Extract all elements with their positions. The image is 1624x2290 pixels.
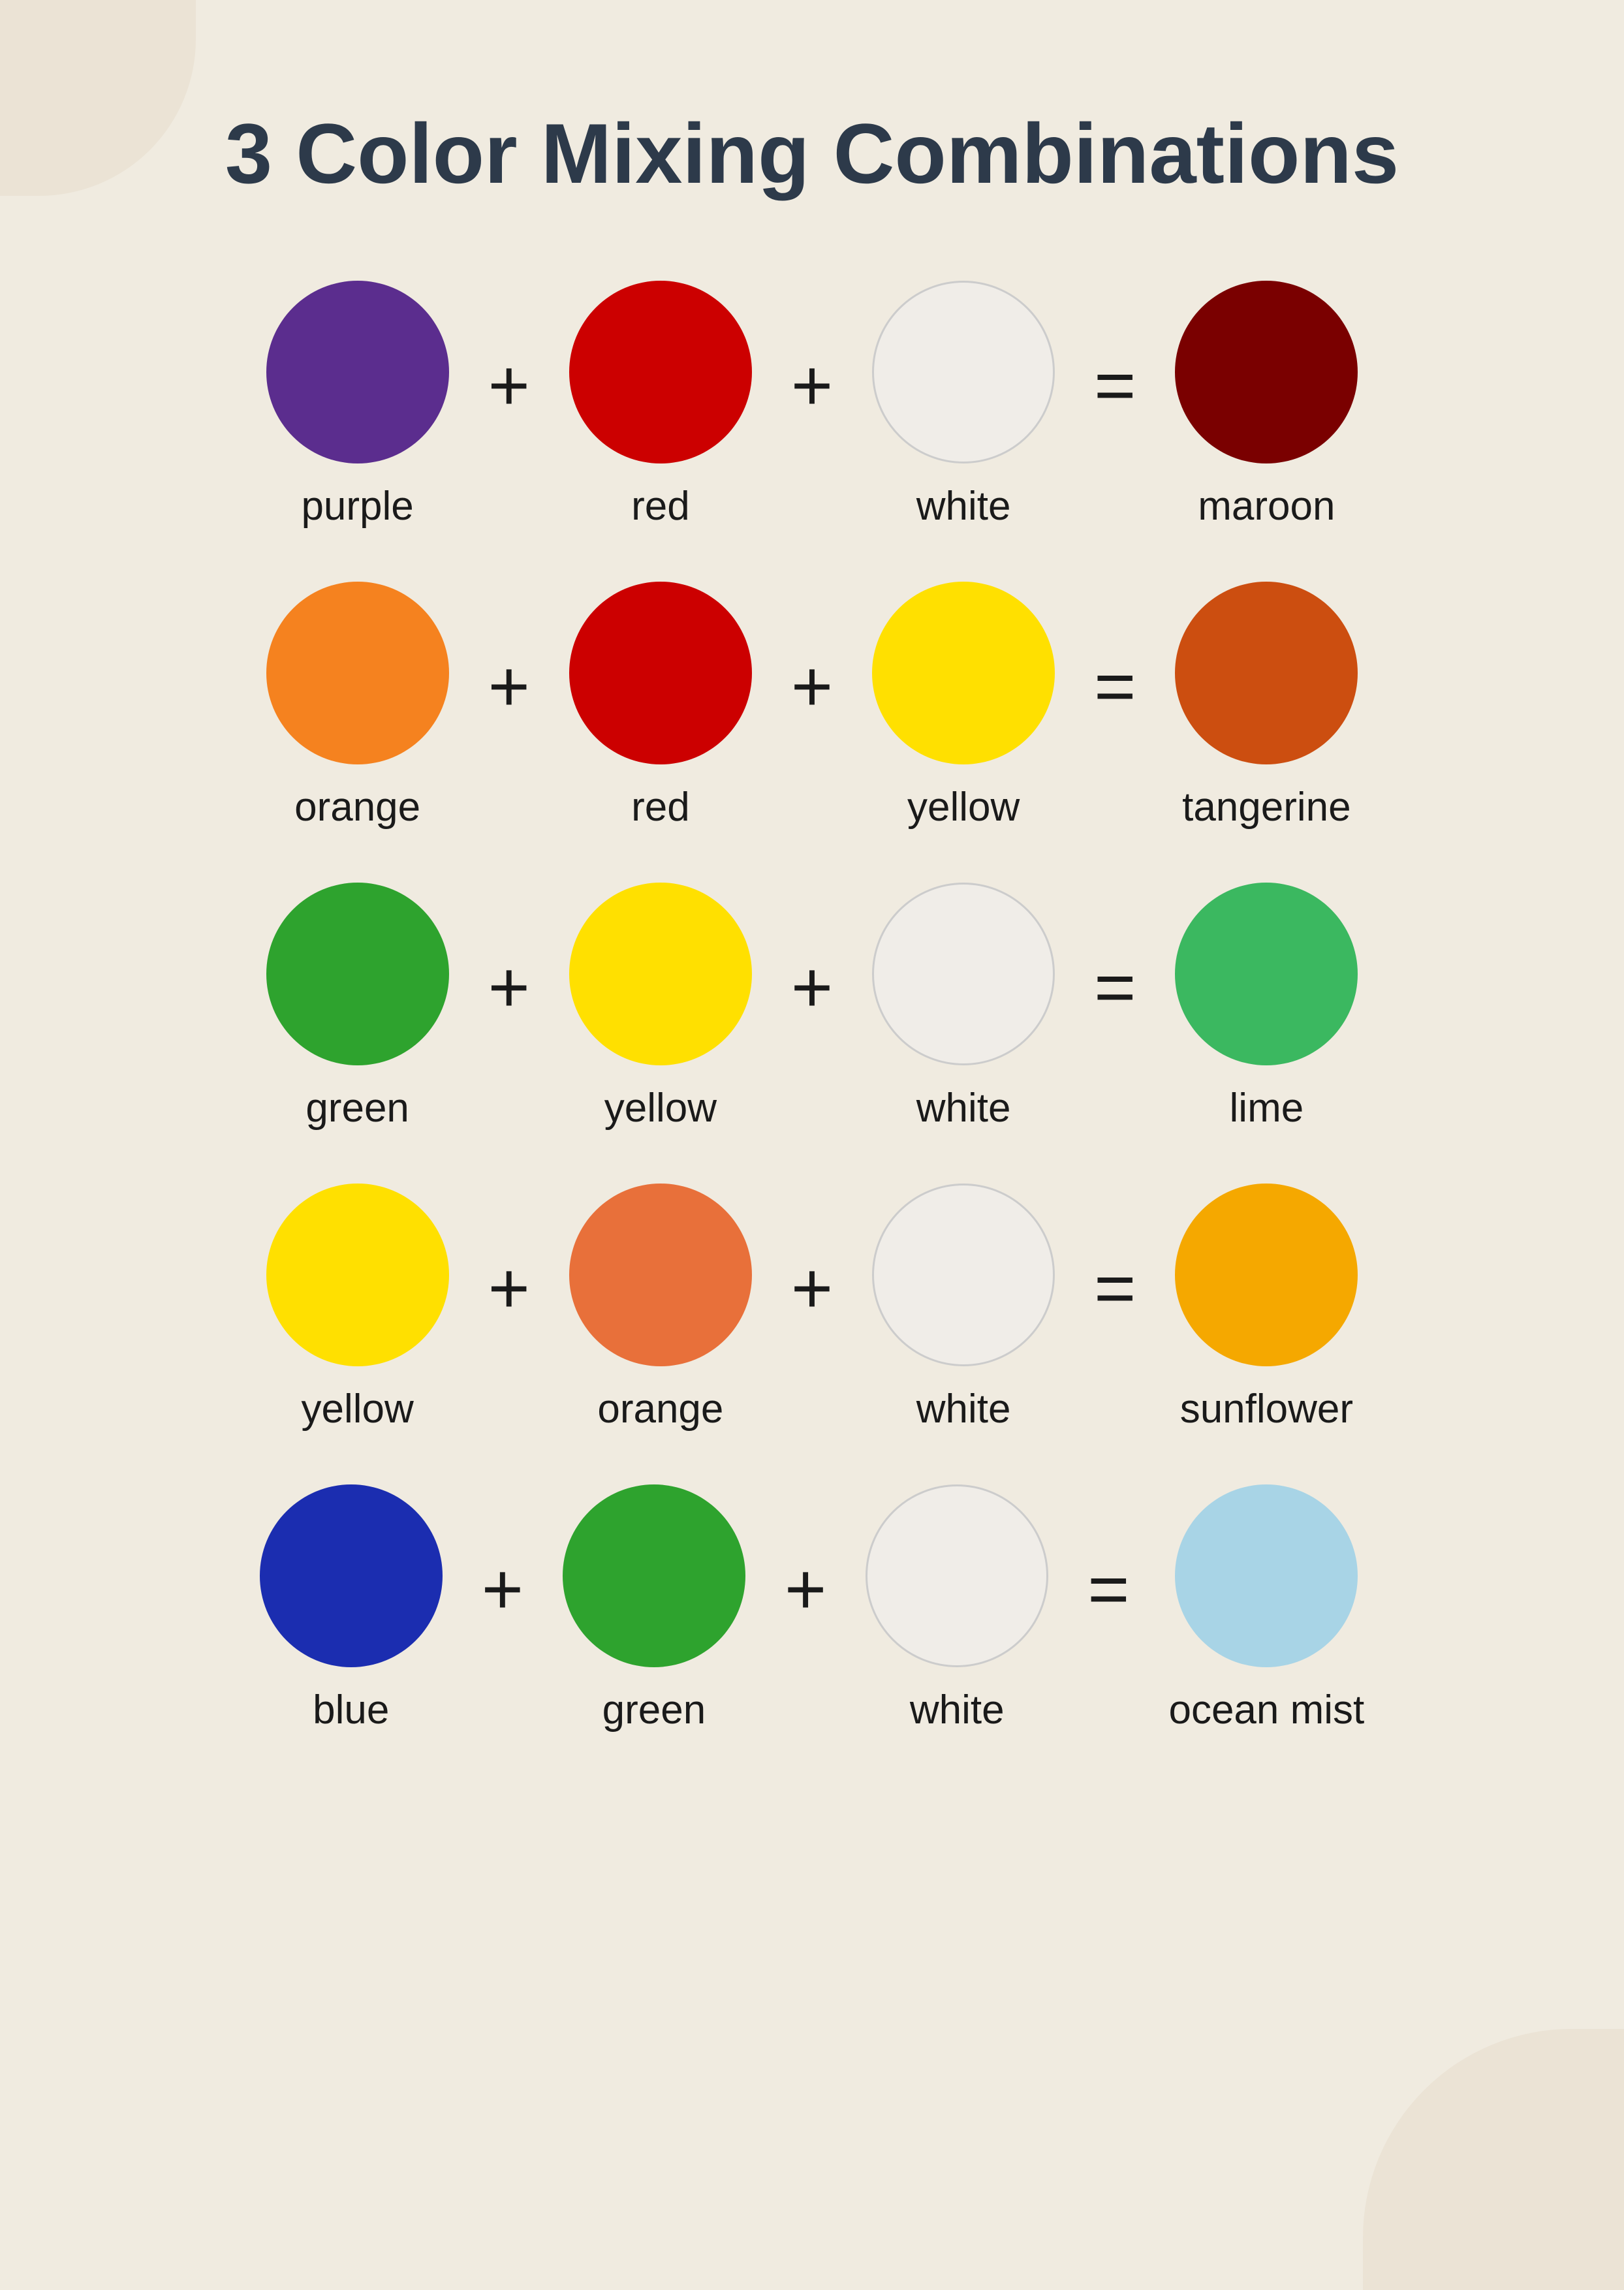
color-circle-sunflower (1175, 1184, 1358, 1366)
color-circle-lime (1175, 883, 1358, 1065)
equals-operator-1: = (1094, 651, 1136, 723)
color-label-2-1: yellow (604, 1085, 717, 1131)
plus-operator-3-0: + (488, 1253, 530, 1325)
color-circle-yellow (569, 883, 752, 1065)
plus-operator-0-0: + (488, 350, 530, 422)
color-label-4-2: white (910, 1687, 1005, 1733)
color-item-2-3: lime (1175, 883, 1358, 1131)
color-item-2-2: white (872, 883, 1055, 1131)
color-circle-purple (266, 281, 449, 463)
plus-operator-1-0: + (488, 651, 530, 723)
color-item-4-0: blue (260, 1484, 443, 1733)
combination-row-5: blue + green + white = ocean mist (131, 1484, 1493, 1733)
color-circle-orange (266, 582, 449, 764)
equals-operator-4: = (1087, 1554, 1129, 1625)
color-circle-orange (569, 1184, 752, 1366)
color-item-3-2: white (872, 1184, 1055, 1432)
color-label-2-2: white (916, 1085, 1011, 1131)
color-circle-white (872, 1184, 1055, 1366)
plus-operator-4-1: + (785, 1554, 826, 1625)
plus-operator-2-1: + (791, 952, 833, 1024)
color-label-2-0: green (305, 1085, 409, 1131)
color-item-3-1: orange (569, 1184, 752, 1432)
color-item-1-2: yellow (872, 582, 1055, 830)
color-circle-red (569, 582, 752, 764)
main-container: 3 Color Mixing Combinations purple + red + w… (0, 0, 1624, 1864)
plus-operator-1-1: + (791, 651, 833, 723)
color-circle-yellow (872, 582, 1055, 764)
color-item-4-1: green (563, 1484, 745, 1733)
equals-operator-3: = (1094, 1253, 1136, 1325)
color-label-3-1: orange (597, 1386, 723, 1432)
color-label-1-1: red (631, 784, 690, 830)
bg-blob-bottom-right (1363, 2029, 1624, 2290)
color-item-2-0: green (266, 883, 449, 1131)
color-item-0-2: white (872, 281, 1055, 529)
color-item-0-0: purple (266, 281, 449, 529)
color-item-1-0: orange (266, 582, 449, 830)
color-label-3-2: white (916, 1386, 1011, 1432)
page-title: 3 Color Mixing Combinations (225, 104, 1399, 202)
combination-row-2: orange + red + yellow = tangerine (131, 582, 1493, 830)
combination-row-1: purple + red + white = maroon (131, 281, 1493, 529)
combination-row-4: yellow + orange + white = sunflower (131, 1184, 1493, 1432)
color-circle-green (563, 1484, 745, 1667)
color-label-0-0: purple (301, 483, 413, 529)
color-circle-blue (260, 1484, 443, 1667)
color-label-0-3: maroon (1198, 483, 1335, 529)
color-label-1-2: yellow (907, 784, 1020, 830)
plus-operator-3-1: + (791, 1253, 833, 1325)
color-circle-red (569, 281, 752, 463)
color-circle-yellow (266, 1184, 449, 1366)
color-label-4-0: blue (313, 1687, 389, 1733)
color-item-3-3: sunflower (1175, 1184, 1358, 1432)
color-label-1-0: orange (294, 784, 420, 830)
color-label-4-1: green (602, 1687, 706, 1733)
color-label-3-0: yellow (301, 1386, 413, 1432)
color-label-0-1: red (631, 483, 690, 529)
color-label-2-3: lime (1230, 1085, 1304, 1131)
color-label-4-3: ocean mist (1168, 1687, 1364, 1733)
color-circle-tangerine (1175, 582, 1358, 764)
color-item-1-1: red (569, 582, 752, 830)
color-circle-white (872, 883, 1055, 1065)
color-label-1-3: tangerine (1182, 784, 1351, 830)
color-item-0-1: red (569, 281, 752, 529)
plus-operator-2-0: + (488, 952, 530, 1024)
color-item-4-2: white (866, 1484, 1048, 1733)
plus-operator-4-0: + (482, 1554, 523, 1625)
combination-row-3: green + yellow + white = lime (131, 883, 1493, 1131)
combinations-list: purple+red+white=maroonorange+red+yellow… (131, 281, 1493, 1733)
color-label-3-3: sunflower (1180, 1386, 1353, 1432)
color-label-0-2: white (916, 483, 1011, 529)
color-item-2-1: yellow (569, 883, 752, 1131)
color-circle-white (866, 1484, 1048, 1667)
color-circle-white (872, 281, 1055, 463)
plus-operator-0-1: + (791, 350, 833, 422)
color-item-3-0: yellow (266, 1184, 449, 1432)
color-circle-ocean-mist (1175, 1484, 1358, 1667)
color-circle-maroon (1175, 281, 1358, 463)
color-item-1-3: tangerine (1175, 582, 1358, 830)
equals-operator-0: = (1094, 350, 1136, 422)
color-item-4-3: ocean mist (1168, 1484, 1364, 1733)
equals-operator-2: = (1094, 952, 1136, 1024)
color-circle-green (266, 883, 449, 1065)
color-item-0-3: maroon (1175, 281, 1358, 529)
